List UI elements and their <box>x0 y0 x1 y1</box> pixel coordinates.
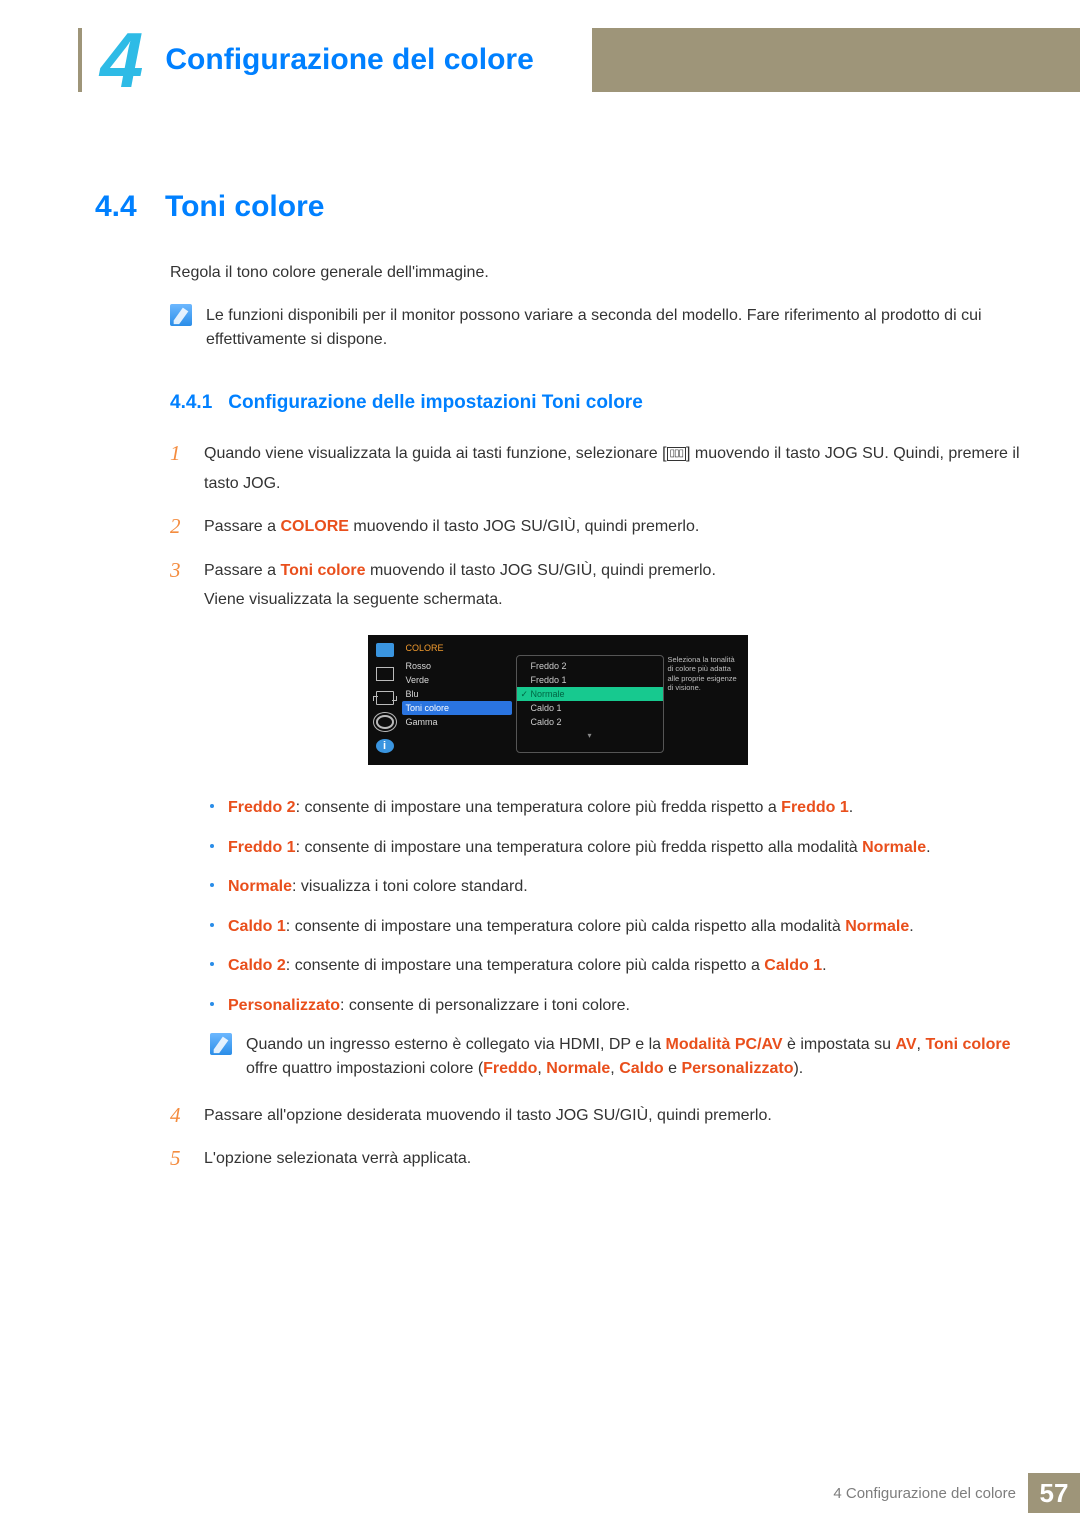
osd-option: Caldo 2 <box>517 715 663 729</box>
step-text: Passare a COLORE muovendo il tasto JOG S… <box>204 512 699 542</box>
note-top: Le funzioni disponibili per il monitor p… <box>170 304 1020 352</box>
step-3: 3 Passare a Toni colore muovendo il tast… <box>170 556 1020 615</box>
osd-menu-item: Blu <box>402 687 512 701</box>
section-heading: 4.4Toni colore <box>95 190 1020 224</box>
step-1: 1 Quando viene visualizzata la guida ai … <box>170 439 1020 498</box>
osd-title: COLORE <box>402 641 512 659</box>
step-number: 1 <box>170 439 186 498</box>
footer-text: 4 Configurazione del colore <box>833 1485 1016 1502</box>
note-bottom: Quando un ingresso esterno è collegato v… <box>210 1033 1020 1081</box>
step-text: Passare a Toni colore muovendo il tasto … <box>204 556 716 615</box>
list-item: Personalizzato: consente di personalizza… <box>210 993 1020 1019</box>
menu-glyph-icon: ▯▯▯ <box>667 447 687 461</box>
step-number: 2 <box>170 512 186 542</box>
gear-icon <box>376 715 394 729</box>
osd-options: Freddo 2 Freddo 1 Normale Caldo 1 Caldo … <box>516 655 664 753</box>
osd-option: Freddo 1 <box>517 673 663 687</box>
section-number: 4.4 <box>95 190 165 224</box>
note-bottom-text: Quando un ingresso esterno è collegato v… <box>246 1033 1020 1081</box>
subsection-title: Configurazione delle impostazioni Toni c… <box>228 392 643 413</box>
section-title: Toni colore <box>165 190 324 223</box>
osd-help-text: Seleziona la tonalità di colore più adat… <box>668 641 740 753</box>
step-4: 4 Passare all'opzione desiderata muovend… <box>170 1101 1020 1131</box>
osd-menu-item: Verde <box>402 673 512 687</box>
highlight-toni-colore: Toni colore <box>280 562 365 579</box>
monitor-icon <box>376 643 394 657</box>
osd-option-selected: Normale <box>517 687 663 701</box>
chapter-number: 4 <box>100 21 143 99</box>
page-footer: 4 Configurazione del colore 57 <box>833 1473 1080 1513</box>
osd-option: Caldo 1 <box>517 701 663 715</box>
step-5: 5 L'opzione selezionata verrà applicata. <box>170 1144 1020 1174</box>
osd-menu-item: Gamma <box>402 715 512 729</box>
highlight-colore: COLORE <box>280 518 348 535</box>
subsection-number: 4.4.1 <box>170 392 212 413</box>
chapter-header: 4 Configurazione del colore <box>82 20 592 100</box>
osd-screenshot: i COLORE Rosso Verde Blu Toni colore Gam… <box>368 635 748 765</box>
step-text: Quando viene visualizzata la guida ai ta… <box>204 439 1020 498</box>
list-item: Normale: visualizza i toni colore standa… <box>210 874 1020 900</box>
options-description-list: Freddo 2: consente di impostare una temp… <box>210 795 1020 1081</box>
step-number: 4 <box>170 1101 186 1131</box>
step-number: 5 <box>170 1144 186 1174</box>
list-item: Caldo 1: consente di impostare una tempe… <box>210 914 1020 940</box>
list-item: Freddo 1: consente di impostare una temp… <box>210 835 1020 861</box>
list-item: Caldo 2: consente di impostare una tempe… <box>210 953 1020 979</box>
step-number: 3 <box>170 556 186 615</box>
list-item: Freddo 2: consente di impostare una temp… <box>210 795 1020 821</box>
chapter-title: Configurazione del colore <box>165 43 533 77</box>
info-icon: i <box>376 739 394 753</box>
osd-sidebar-icons: i <box>374 641 396 753</box>
resize-icon <box>376 691 394 705</box>
note-top-text: Le funzioni disponibili per il monitor p… <box>206 304 1020 352</box>
osd-menu-item-active: Toni colore <box>402 701 512 715</box>
osd-menu: COLORE Rosso Verde Blu Toni colore Gamma <box>402 641 512 753</box>
page-content: 4.4Toni colore Regola il tono colore gen… <box>95 180 1020 1188</box>
note-icon <box>170 304 192 326</box>
osd-scroll-hint <box>517 729 663 742</box>
osd-body: COLORE Rosso Verde Blu Toni colore Gamma… <box>402 641 740 753</box>
osd-menu-item: Rosso <box>402 659 512 673</box>
step-text: Passare all'opzione desiderata muovendo … <box>204 1101 772 1131</box>
note-icon <box>210 1033 232 1055</box>
section-intro: Regola il tono colore generale dell'imma… <box>170 264 1020 282</box>
step-text: L'opzione selezionata verrà applicata. <box>204 1144 471 1174</box>
osd-option: Freddo 2 <box>517 659 663 673</box>
subsection-heading: 4.4.1 Configurazione delle impostazioni T… <box>170 392 1020 414</box>
display-icon <box>376 667 394 681</box>
step-2: 2 Passare a COLORE muovendo il tasto JOG… <box>170 512 1020 542</box>
footer-page-number: 57 <box>1028 1473 1080 1513</box>
